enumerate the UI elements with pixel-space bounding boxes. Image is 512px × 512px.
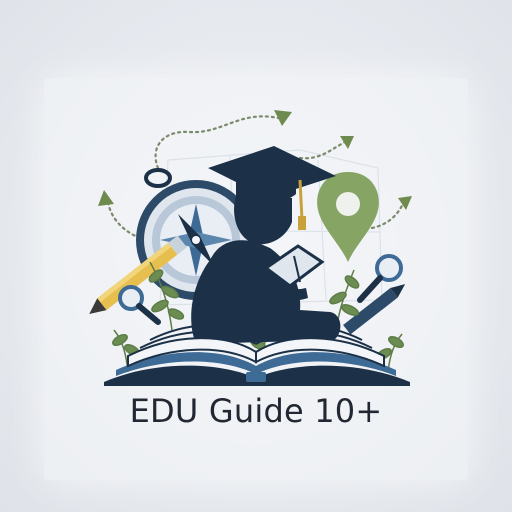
brand-title: EDU Guide 10+ [129,392,383,430]
edu-guide-logo [89,110,412,386]
magnifier-icon [118,285,161,325]
map-pin-icon [317,172,379,262]
growth-arrow-icon [298,140,347,160]
